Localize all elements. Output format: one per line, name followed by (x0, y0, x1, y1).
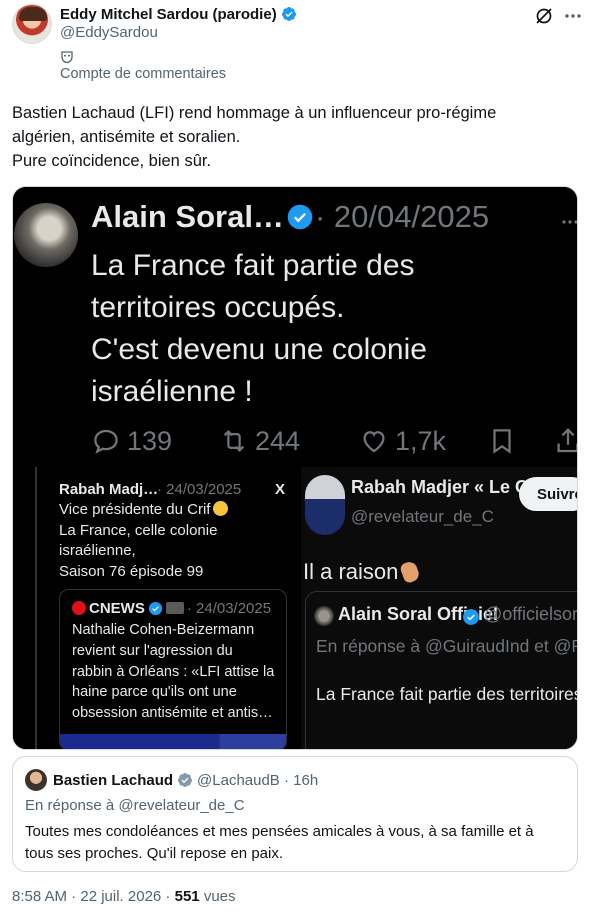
repost-icon (223, 430, 245, 452)
madjer-handle: @revelateur_de_C (351, 507, 494, 526)
cnews-text-line: obsession antisémite et antis… (72, 705, 273, 722)
soral-official-handle: @officielsoral · (484, 604, 578, 624)
verified-badge-icon (281, 7, 296, 21)
madjer-reply-line: Il a raison (303, 559, 399, 584)
cnews-logo-icon (72, 601, 86, 615)
cnews-quote-card: CNEWS · 24/03/2025 Nathalie Cohen-Beizer… (59, 589, 287, 749)
views-label: vues (203, 888, 236, 905)
soral-name: Alain Soral… (91, 199, 284, 234)
quoted-tweet-text: Toutes mes condoléances et mes pensées a… (25, 821, 565, 865)
madjer-reply-text: Il a raison (303, 559, 422, 585)
tweet-text-line: Pure coïncidence, bien sûr. (12, 152, 212, 170)
view-count: 551 (174, 888, 200, 905)
cnews-affiliate-icon (165, 602, 184, 614)
cnews-text-line: haine parce qu'ils ont une (72, 684, 237, 701)
repost-count: 244 (255, 425, 301, 456)
author-display-name[interactable]: Eddy Mitchel Sardou (parodie) (60, 6, 277, 23)
madjer-reply-screenshot: Rabah Madjer « Le Ca… @revelateur_de_C S… (301, 467, 578, 749)
tweet-meta: 8:58 AM · 22 juil. 2026 · 551 vues (12, 888, 236, 905)
cnews-brand: CNEWS (89, 599, 145, 617)
madjer-name: Rabah Madj… (59, 481, 159, 498)
quoted-author-row: Bastien Lachaud @LachaudB · 16h (53, 769, 318, 791)
quoted-text-line: tous ses proches. Qu'il repose en paix. (25, 845, 284, 862)
cnews-text-line: rabbin à Orléans : «LFI attise la (72, 663, 275, 680)
pointing-hand-emoji-icon (399, 559, 422, 585)
tweet-text-line: algérien, antisémite et soralien. (12, 128, 241, 146)
like-icon (363, 431, 385, 453)
madjer-text-line: La France, celle colonie (59, 521, 218, 539)
soral-text-line: territoires occupés. (91, 291, 345, 324)
cnews-text-line: Nathalie Cohen-Beizermann (72, 622, 255, 638)
soral-official-text: La France fait partie des territoires oc… (316, 684, 578, 704)
madjer-post-text: Vice présidente du Crif La France, celle… (59, 500, 289, 582)
share-icon (557, 428, 577, 453)
soral-more-icon (562, 220, 577, 224)
thread-line (35, 467, 37, 749)
x-logo-icon: X (275, 481, 286, 498)
soral-post-text: La France fait partie des territoires oc… (91, 245, 571, 413)
quoted-reply-to[interactable]: En réponse à @revelateur_de_C (25, 797, 245, 814)
tweet-text-line: Bastien Lachaud (LFI) rend hommage à un … (12, 104, 497, 122)
parody-mask-icon (61, 51, 73, 64)
quoted-author-handle: @LachaudB · 16h (197, 771, 319, 789)
madjer-avatar (305, 475, 345, 535)
quoted-text-line: Toutes mes condoléances et mes pensées a… (25, 823, 534, 840)
smile-emoji-icon (213, 501, 229, 516)
quoted-author-avatar[interactable] (25, 769, 47, 791)
soral-reposts: 244 (219, 423, 300, 459)
soral-likes: 1,7k (359, 423, 446, 459)
cnews-date: · 24/03/2025 (186, 599, 272, 617)
soral-stats-row: 139 244 1,7k (91, 423, 577, 459)
bookmark-icon (493, 429, 511, 454)
soral-text-line: israélienne ! (91, 375, 253, 408)
reply-icon (94, 429, 118, 454)
follow-button: Suivre (519, 477, 577, 511)
account-type-label: Compte de commentaires (60, 66, 227, 82)
tweet-timestamp[interactable]: 8:58 AM · 22 juil. 2026 · (12, 888, 170, 905)
like-count: 1,7k (395, 425, 447, 456)
soral-share (553, 423, 577, 459)
verified-gray-badge-icon (178, 773, 193, 787)
madjer-post-screenshot: Rabah Madj… · 24/03/2025 X Vice présiden… (13, 467, 295, 749)
soral-date: · 20/04/2025 (315, 199, 490, 234)
soral-official-reply-to: En réponse à @GuiraudInd et @RimaHas (316, 636, 577, 656)
cnews-header: CNEWS · 24/03/2025 (72, 598, 271, 618)
madjer-text-line: israélienne, (59, 542, 136, 559)
grok-icon[interactable] (534, 6, 554, 26)
author-name-row: Eddy Mitchel Sardou (parodie) (60, 4, 297, 24)
reply-count: 139 (127, 425, 173, 456)
soral-bookmark (487, 423, 517, 459)
tweet-media-image[interactable]: Alain Soral… · 20/04/2025 La France fait… (12, 186, 578, 750)
more-options-icon[interactable] (563, 6, 583, 26)
soral-official-avatar (314, 606, 334, 626)
cnews-thumbnail (60, 734, 286, 749)
cnews-text: Nathalie Cohen-Beizermann revient sur l'… (72, 620, 282, 724)
madjer-text-line: Saison 76 épisode 99 (59, 562, 204, 580)
author-avatar[interactable] (12, 4, 52, 44)
madjer-date: · 24/03/2025 (157, 481, 242, 498)
tweet-header: Eddy Mitchel Sardou (parodie) @EddySardo… (12, 4, 587, 88)
quoted-author-name[interactable]: Bastien Lachaud (53, 772, 173, 789)
soral-verified-icon (287, 204, 313, 230)
soral-replies: 139 (91, 423, 172, 459)
soral-text-line: C'est devenu une colonie (91, 333, 427, 366)
soral-official-quote: Alain Soral Officiel @officielsoral · En… (305, 591, 578, 749)
cnews-text-line: revient sur l'agression du (72, 642, 233, 659)
author-handle[interactable]: @EddySardou (60, 24, 158, 41)
quoted-tweet[interactable]: Bastien Lachaud @LachaudB · 16h En répon… (12, 756, 578, 872)
soral-text-line: La France fait partie des (91, 249, 415, 282)
cnews-verified-icon (148, 601, 162, 615)
soral-avatar (14, 203, 78, 267)
soral-official-verified-icon (463, 609, 479, 625)
madjer-text-line: Vice présidente du Crif (59, 501, 211, 518)
tweet-text: Bastien Lachaud (LFI) rend hommage à un … (12, 101, 587, 173)
